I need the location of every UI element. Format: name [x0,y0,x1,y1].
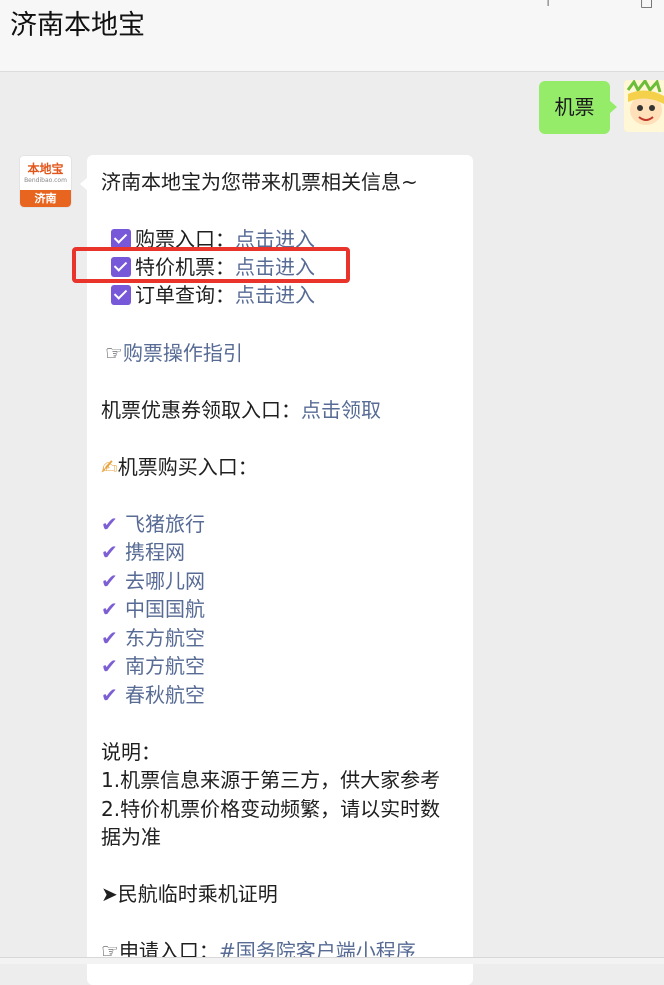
civil-aviation-row: ➤民航临时乘机证明 [101,882,278,906]
guide-link[interactable]: 购票操作指引 [123,341,243,365]
guide-row: ☞购票操作指引 [105,339,243,367]
check-mark-icon: ✔ [101,683,118,707]
check-mark-icon: ✔ [101,569,118,593]
check-mark-icon: ✔ [101,597,118,621]
bot-avatar-brand: 本地宝 [27,162,64,176]
provider-link-fliggy[interactable]: 飞猪旅行 [125,512,205,536]
checkbox-icon [111,285,131,305]
check-mark-icon: ✔ [101,512,118,536]
pointing-hand-icon: ☞ [105,341,123,365]
check-mark-icon: ✔ [101,654,118,678]
provider-item: ✔ 中国国航 [101,595,205,623]
coupon-row: 机票优惠券领取入口：点击领取 [101,398,381,422]
arrow-icon: ➤ [101,882,118,906]
coupon-link[interactable]: 点击领取 [301,398,381,422]
menu-item-order: 订单查询：点击进入 [111,281,315,309]
check-mark-icon: ✔ [101,540,118,564]
user-message-bubble[interactable]: 机票 [539,81,617,134]
intro-text: 济南本地宝为您带来机票相关信息~ [101,170,418,194]
highlight-box [72,247,350,283]
check-mark-icon: ✔ [101,626,118,650]
window-icon[interactable]: □ [640,0,653,10]
bot-avatar[interactable]: 本地宝 Bendibao.com 济南 [20,156,71,207]
provider-item: ✔ 携程网 [101,538,185,566]
purchase-title-row: ✍机票购买入口： [101,455,258,479]
provider-item: ✔ 飞猪旅行 [101,510,205,538]
provider-link-spring-airlines[interactable]: 春秋航空 [125,683,205,707]
writing-hand-icon: ✍ [101,455,118,479]
checkbox-icon [111,229,131,249]
provider-item: ✔ 去哪儿网 [101,567,205,595]
note-line-1: 1.机票信息来源于第三方，供大家参考 [101,768,441,792]
bot-avatar-city: 济南 [20,190,71,207]
provider-link-ctrip[interactable]: 携程网 [125,540,185,564]
provider-item: ✔ 东方航空 [101,624,205,652]
provider-item: ✔ 南方航空 [101,652,205,680]
user-message-text: 机票 [554,95,595,119]
pin-icon[interactable]: ⊤ [542,0,554,10]
user-avatar-image [624,80,664,132]
user-avatar[interactable] [624,80,664,132]
provider-link-china-eastern[interactable]: 东方航空 [125,626,205,650]
provider-link-air-china[interactable]: 中国国航 [125,597,205,621]
chat-title: 济南本地宝 [10,10,145,41]
bot-avatar-site: Bendibao.com [24,177,67,184]
provider-item: ✔ 春秋航空 [101,681,205,709]
note-line-2: 2.特价机票价格变动频繁，请以实时数 [101,797,441,821]
provider-link-qunar[interactable]: 去哪儿网 [125,569,205,593]
order-query-link[interactable]: 点击进入 [235,283,315,307]
note-title: 说明： [101,740,161,764]
note-line-2-cont: 据为准 [101,825,161,849]
top-bar: 济南本地宝 ⊤ □ [0,0,664,72]
provider-link-china-southern[interactable]: 南方航空 [125,654,205,678]
